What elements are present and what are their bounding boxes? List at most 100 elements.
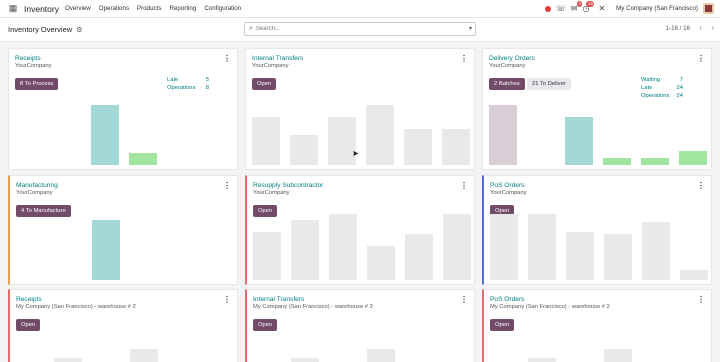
card-menu-icon[interactable]: ⋮ — [460, 54, 468, 63]
card-title[interactable]: Receipts — [16, 296, 42, 303]
stat-row[interactable]: Late 24 — [641, 85, 683, 93]
pager-previous-icon[interactable]: ‹ — [699, 23, 702, 32]
graph-bar — [252, 117, 280, 165]
phone-icon[interactable]: ☏ — [556, 4, 566, 13]
operation-type-card[interactable]: Receipts YourCompany ⋮ 8 To Process Late 5 Ope… — [8, 48, 238, 170]
operation-type-card[interactable]: Resupply Subcontractor YourCompany ⋮ Open — [245, 175, 475, 285]
pager-next-icon[interactable]: › — [711, 23, 714, 32]
top-navbar: ▦ Inventory Overview Operations Products… — [0, 0, 720, 18]
mouse-cursor-icon: ➤ — [352, 149, 359, 158]
operation-type-card[interactable]: Internal Transfers YourCompany ⋮ Open — [245, 48, 475, 170]
graph-bar — [680, 270, 708, 280]
stat-row[interactable]: Operations 8 — [167, 85, 209, 93]
stat-value: 8 — [205, 85, 209, 91]
card-title[interactable]: Receipts — [15, 55, 41, 62]
card-menu-icon[interactable]: ⋮ — [697, 295, 705, 304]
menu-overview[interactable]: Overview — [65, 5, 91, 12]
apps-menu-icon[interactable]: ▦ — [6, 2, 20, 16]
stat-value: 24 — [676, 85, 683, 91]
operation-type-card[interactable]: PoS Orders My Company (San Francisco) - w… — [482, 289, 712, 362]
card-primary-button[interactable]: 2 Batches — [489, 78, 525, 90]
graph-bar — [253, 232, 281, 280]
menu-configuration[interactable]: Configuration — [204, 5, 241, 12]
card-primary-button[interactable]: Open — [252, 78, 277, 90]
stat-label: Operations — [641, 93, 670, 99]
stat-label: Late — [167, 77, 179, 83]
search-input[interactable] — [255, 26, 456, 32]
card-stats: Waiting 7 Late 24 Operations 24 — [641, 77, 683, 101]
stat-value: 7 — [679, 77, 683, 83]
graph-bar — [54, 358, 82, 362]
operation-type-card[interactable]: Receipts My Company (San Francisco) - war… — [8, 289, 238, 362]
menu-products[interactable]: Products — [137, 5, 161, 12]
card-menu-icon[interactable]: ⋮ — [223, 295, 231, 304]
operation-type-card[interactable]: Internal Transfers My Company (San Franci… — [245, 289, 475, 362]
card-primary-button[interactable]: Open — [490, 319, 515, 331]
stat-label: Operations — [167, 85, 196, 91]
clock-icon[interactable]: ◷ 15 — [582, 1, 595, 13]
graph-bar — [443, 214, 471, 280]
stat-value: 24 — [676, 93, 683, 99]
card-secondary-button[interactable]: 21 To Deliver — [527, 78, 571, 90]
card-primary-button[interactable]: Open — [253, 319, 278, 331]
card-title[interactable]: Manufacturing — [16, 182, 58, 189]
search-bar[interactable]: ⌕ ▾ — [244, 22, 476, 36]
gear-icon[interactable]: ⚙ — [76, 26, 82, 34]
card-menu-icon[interactable]: ⋮ — [460, 181, 468, 190]
chat-icon[interactable]: ✉ 4 — [571, 1, 583, 13]
card-menu-icon[interactable]: ⋮ — [223, 181, 231, 190]
app-name[interactable]: Inventory — [24, 4, 59, 14]
graph-bar — [565, 117, 593, 165]
pager-value[interactable]: 1-16 / 16 — [666, 25, 690, 32]
user-avatar[interactable] — [703, 3, 714, 14]
card-subtitle: My Company (San Francisco) - warehouse #… — [253, 304, 373, 310]
graph-bar — [404, 129, 432, 165]
graph-bar — [291, 358, 319, 362]
graph-bar — [442, 129, 470, 165]
graph-bar — [489, 105, 517, 165]
stat-row[interactable]: Late 5 — [167, 77, 209, 85]
card-title[interactable]: PoS Orders — [490, 182, 524, 189]
search-options-caret-icon[interactable]: ▾ — [469, 25, 472, 32]
graph-bar — [130, 349, 158, 362]
control-panel: Inventory Overview ⚙ ⌕ ▾ 1-16 / 16 ‹ › — [0, 18, 720, 42]
graph-bar — [603, 158, 631, 165]
graph-bar — [528, 214, 556, 280]
graph-bar — [641, 158, 669, 165]
menu-operations[interactable]: Operations — [99, 5, 129, 12]
stat-row[interactable]: Waiting 7 — [641, 77, 683, 85]
card-subtitle: My Company (San Francisco) - warehouse #… — [490, 304, 610, 310]
company-switcher[interactable]: My Company (San Francisco) — [616, 5, 698, 12]
card-primary-button[interactable]: Open — [253, 205, 278, 217]
messages-badge: 15 — [586, 1, 595, 7]
graph-bar — [367, 349, 395, 362]
operation-type-card[interactable]: Delivery Orders YourCompany ⋮ 2 Batches 21 T… — [482, 48, 712, 170]
card-title[interactable]: Internal Transfers — [253, 296, 304, 303]
tools-icon[interactable]: ✕ — [598, 4, 605, 13]
menu-reporting[interactable]: Reporting — [169, 5, 196, 12]
card-primary-button[interactable]: 4 To Manufacture — [16, 205, 71, 217]
operation-type-card[interactable]: Manufacturing YourCompany ⋮ 4 To Manufactur… — [8, 175, 238, 285]
graph-bar — [604, 234, 632, 280]
card-title[interactable]: Internal Transfers — [252, 55, 303, 62]
page-title: Inventory Overview — [8, 25, 73, 34]
card-menu-icon[interactable]: ⋮ — [460, 295, 468, 304]
card-title[interactable]: Resupply Subcontractor — [253, 182, 323, 189]
card-title[interactable]: Delivery Orders — [489, 55, 535, 62]
operation-type-card[interactable]: PoS Orders YourCompany ⋮ Open — [482, 175, 712, 285]
card-title[interactable]: PoS Orders — [490, 296, 524, 303]
card-primary-button[interactable]: Open — [16, 319, 41, 331]
card-subtitle: YourCompany — [252, 63, 289, 69]
card-menu-icon[interactable]: ⋮ — [223, 54, 231, 63]
graph-bar — [405, 234, 433, 280]
stat-row[interactable]: Operations 24 — [641, 93, 683, 101]
card-primary-button[interactable]: 8 To Process — [15, 78, 59, 90]
graph-bar — [91, 105, 119, 165]
graph-bar — [566, 232, 594, 280]
card-menu-icon[interactable]: ⋮ — [697, 181, 705, 190]
graph-bar — [367, 246, 395, 280]
graph-bar — [679, 151, 707, 165]
card-menu-icon[interactable]: ⋮ — [697, 54, 705, 63]
graph-bar — [528, 358, 556, 362]
graph-bar — [291, 220, 319, 280]
